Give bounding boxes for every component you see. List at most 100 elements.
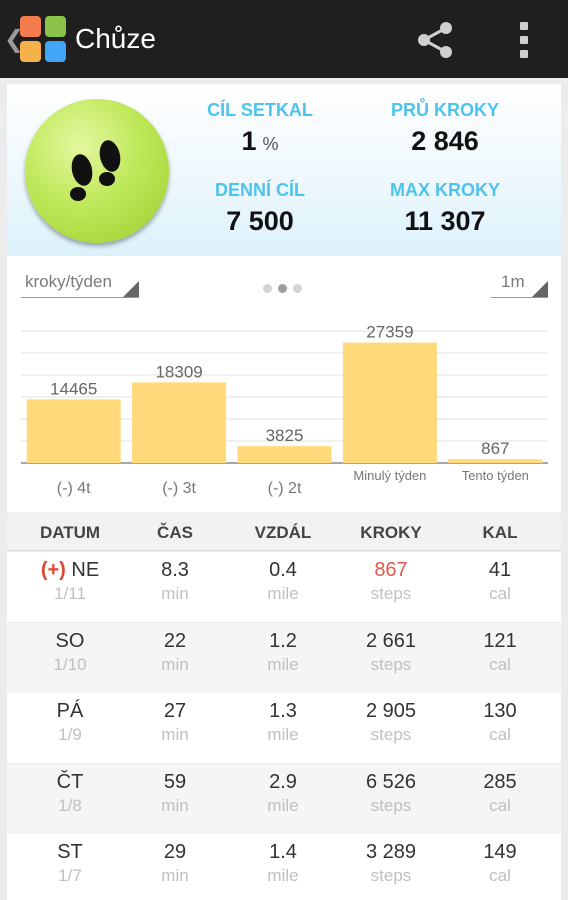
cell-date-value: SO — [55, 629, 85, 652]
max-steps-value: 11 307 — [404, 206, 486, 236]
chart-bar[interactable] — [132, 382, 227, 463]
cell-calories: 285 cal — [445, 764, 555, 834]
chart-value-label: 867 — [481, 439, 509, 458]
chart-bar[interactable] — [342, 342, 437, 463]
cell-calories-value: 149 — [483, 841, 517, 863]
cell-calories: 149 cal — [445, 834, 555, 900]
cell-distance-value: 1.3 — [269, 700, 297, 722]
weekly-steps-chart: 14465 (-) 4t 18309 (-) 3t 3825 (-) 2t 27359 Min… — [21, 323, 548, 497]
cell-steps: 6 526 steps — [336, 764, 446, 834]
cell-date: SO 1/10 — [15, 623, 125, 693]
app-icon-quadrant — [45, 41, 66, 62]
app-icon-quadrant — [20, 41, 41, 62]
summary-card: CÍL SETKAL 1% PRŮ KROKY 2 846 DENNÍ CÍL … — [7, 84, 561, 256]
cell-steps-value: 2 905 — [365, 700, 417, 722]
cell-calories: 130 cal — [445, 693, 555, 763]
cell-distance-value: 0.4 — [269, 559, 297, 581]
cell-calories-value: 285 — [483, 770, 517, 793]
overflow-menu-icon[interactable] — [515, 20, 533, 60]
daily-goal-label: DENNÍ CÍL — [215, 180, 305, 200]
cell-time: 8.3 min — [120, 552, 230, 622]
cell-steps: 867 steps — [336, 552, 446, 622]
cell-time: 59 min — [120, 764, 230, 834]
cell-time-unit: min — [161, 654, 189, 674]
table-row[interactable]: ČT 1/8 59 min 2.9 mile 6 526 steps 285 cal — [7, 763, 561, 834]
cell-time-value: 59 — [163, 770, 187, 793]
cell-distance-value: 2.9 — [269, 770, 297, 793]
cell-distance-value: 1.2 — [269, 629, 297, 652]
cell-steps: 2 661 steps — [336, 623, 446, 693]
footprints-badge — [25, 99, 169, 243]
cell-distance: 0.4 mile — [228, 552, 338, 622]
cell-steps-value: 867 — [374, 559, 408, 581]
cell-time-value: 27 — [163, 700, 187, 722]
goal-met-number: 1 — [241, 126, 257, 156]
share-icon[interactable] — [414, 18, 458, 62]
chart-value-label: 3825 — [266, 426, 304, 445]
header-date[interactable]: DATUM — [15, 523, 125, 543]
cell-time-unit: min — [161, 725, 189, 744]
cell-date-value: ST — [57, 841, 83, 863]
day-name: NE — [71, 559, 100, 581]
app-title: Chůze — [75, 23, 156, 54]
app-icon[interactable] — [20, 16, 66, 62]
cell-steps-value: 2 661 — [365, 629, 417, 652]
cell-steps-value: 3 289 — [365, 841, 417, 863]
chart-bar[interactable] — [448, 459, 543, 463]
header-calories[interactable]: KAL — [445, 523, 555, 543]
cell-date: ST 1/7 — [15, 834, 125, 900]
cell-calories-value: 41 — [488, 559, 512, 581]
today-marker: (+) — [40, 559, 66, 581]
table-row[interactable]: PÁ 1/9 27 min 1.3 mile 2 905 steps 130 cal — [7, 693, 561, 763]
footprints-icon — [70, 140, 121, 201]
table-row[interactable]: ST 1/7 29 min 1.4 mile 3 289 steps 149 cal — [7, 834, 561, 900]
cell-date-unit: 1/11 — [54, 584, 86, 603]
cell-calories-unit: cal — [489, 795, 511, 815]
cell-distance-unit: mile — [267, 725, 299, 744]
header-steps[interactable]: KROKY — [336, 523, 446, 543]
cell-distance-unit: mile — [267, 866, 299, 885]
cell-date-unit: 1/10 — [53, 654, 87, 674]
cell-date-value: PÁ — [56, 700, 84, 722]
cell-distance-unit: mile — [267, 795, 299, 815]
chart-card: kroky/týden 1m 14465 (-) 4t 18309 (-) 3t 382… — [7, 256, 561, 512]
cell-date: ČT 1/8 — [15, 764, 125, 834]
cell-distance: 1.4 mile — [228, 834, 338, 900]
cell-time: 29 min — [120, 834, 230, 900]
cell-calories-unit: cal — [489, 654, 511, 674]
action-bar: ❮ Chůze — [0, 0, 568, 78]
cell-distance: 1.3 mile — [228, 693, 338, 763]
chart-category-label: Minulý týden — [353, 468, 426, 483]
table-row[interactable]: (+) NE 1/11 8.3 min 0.4 mile 867 steps 41 cal — [7, 552, 561, 622]
goal-met-label: CÍL SETKAL — [207, 100, 313, 120]
cell-date-unit: 1/8 — [58, 795, 82, 815]
cell-calories-unit: cal — [489, 866, 511, 885]
avg-steps-label: PRŮ KROKY — [390, 100, 499, 120]
header-time[interactable]: ČAS — [120, 523, 230, 543]
avg-steps-value: 2 846 — [411, 126, 479, 156]
cell-time: 22 min — [120, 623, 230, 693]
cell-calories: 121 cal — [445, 623, 555, 693]
chart-category-label: (-) 3t — [162, 480, 196, 497]
cell-steps-value: 6 526 — [365, 770, 417, 793]
cell-date-value: ČT — [56, 770, 84, 793]
cell-steps: 2 905 steps — [336, 693, 446, 763]
cell-steps-unit: steps — [370, 866, 412, 885]
cell-time-unit: min — [161, 584, 189, 603]
cell-date-unit: 1/9 — [58, 725, 82, 744]
cell-time-unit: min — [161, 866, 189, 885]
chart-category-label: Tento týden — [462, 468, 529, 483]
cell-time-value: 8.3 — [161, 559, 189, 581]
cell-date-unit: 1/7 — [58, 866, 82, 885]
table-row[interactable]: SO 1/10 22 min 1.2 mile 2 661 steps 121 cal — [7, 622, 561, 693]
cell-steps: 3 289 steps — [336, 834, 446, 900]
chart-bar[interactable] — [26, 399, 121, 463]
daily-goal-value[interactable]: 7 500 — [175, 206, 345, 237]
chart-bar[interactable] — [237, 446, 332, 463]
header-distance[interactable]: VZDÁL — [228, 523, 338, 543]
cell-distance-unit: mile — [267, 654, 299, 674]
chart-category-label: (-) 4t — [57, 480, 91, 497]
cell-steps-unit: steps — [370, 584, 412, 603]
cell-steps-unit: steps — [370, 654, 412, 674]
cell-time: 27 min — [120, 693, 230, 763]
